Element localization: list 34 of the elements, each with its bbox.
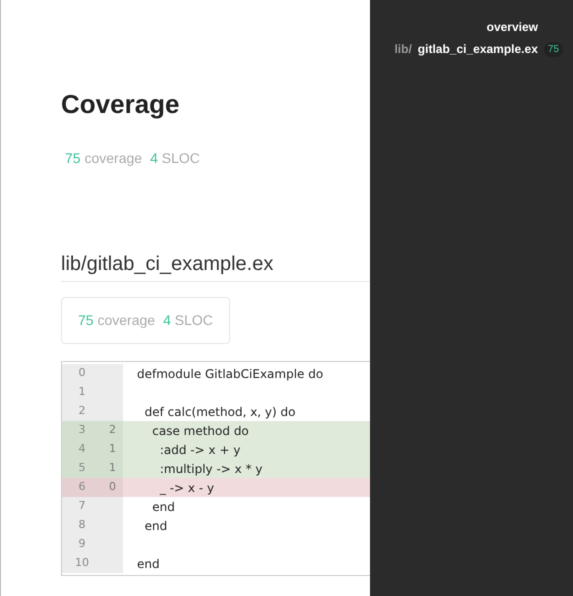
- hit-count: 2: [102, 421, 123, 440]
- code-line: end: [137, 556, 160, 572]
- line-number: 5: [62, 459, 102, 478]
- line-number: 3: [62, 421, 102, 440]
- line-number: 1: [62, 383, 102, 402]
- code-line: _ -> x - y: [158, 480, 214, 496]
- hit-count: 1: [102, 459, 123, 478]
- line-number: 7: [62, 497, 102, 516]
- line-number: 9: [62, 535, 102, 554]
- line-number: 4: [62, 440, 102, 459]
- hit-count: 1: [102, 440, 123, 459]
- coverage-stat: 75 coverage: [65, 149, 142, 168]
- line-number: 8: [62, 516, 102, 535]
- code-line: :multiply -> x * y: [158, 460, 262, 478]
- code-line: :add -> x + y: [158, 442, 240, 458]
- line-number: 6: [62, 478, 102, 497]
- code-line: end: [151, 498, 175, 516]
- code-line: end: [144, 518, 168, 534]
- coverage-stat: 75 coverage: [78, 311, 156, 330]
- overview-link[interactable]: overview: [486, 18, 538, 36]
- file-link[interactable]: gitlab_ci_example.ex: [418, 40, 538, 58]
- code-line: defmodule GitlabCiExample do: [137, 366, 324, 382]
- hit-count: 0: [102, 478, 123, 497]
- sloc-stat: 4 SLOC: [163, 311, 213, 330]
- line-number: 2: [62, 402, 102, 421]
- sloc-stat: 4 SLOC: [150, 149, 200, 168]
- line-number: 0: [62, 364, 102, 383]
- file-title: lib/gitlab_ci_example.ex: [61, 252, 274, 277]
- code-line: def calc(method, x, y) do: [144, 404, 296, 420]
- coverage-badge: 75: [544, 42, 563, 56]
- code-line: case method do: [151, 422, 249, 440]
- line-number: 10: [62, 554, 102, 573]
- page-title: Coverage: [61, 88, 180, 121]
- directory-label: lib/: [394, 41, 412, 58]
